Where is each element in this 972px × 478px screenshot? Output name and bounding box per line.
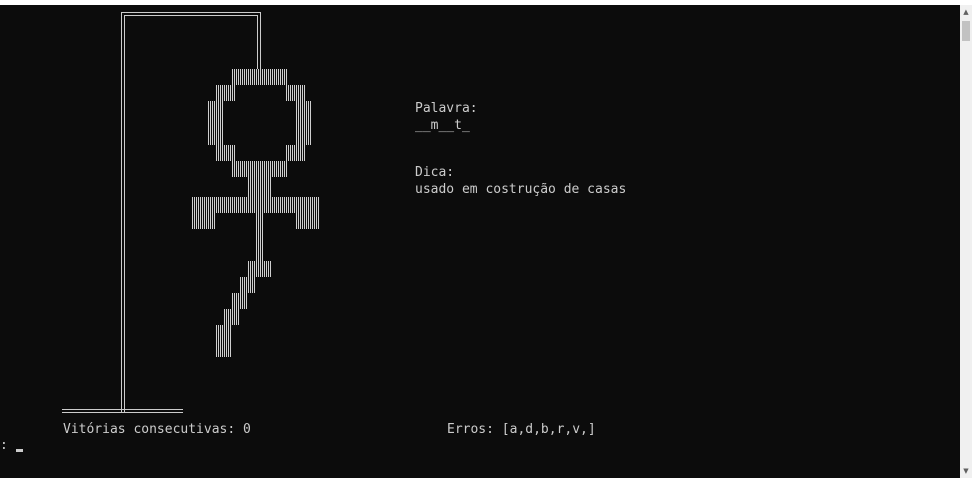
hint-label: Dica: bbox=[415, 165, 455, 180]
hangman-body bbox=[191, 177, 319, 261]
hangman-drawing bbox=[62, 12, 319, 413]
word-label: Palavra: bbox=[415, 101, 478, 116]
hint-text: usado em costrução de casas bbox=[415, 182, 627, 197]
word-pattern: __m__t_ bbox=[415, 118, 470, 133]
vertical-scrollbar[interactable]: ▲ ▼ bbox=[960, 5, 972, 478]
input-prompt: : bbox=[0, 438, 8, 453]
text-cursor[interactable] bbox=[16, 449, 23, 452]
hangman-head bbox=[207, 69, 311, 177]
hangman-leg bbox=[215, 261, 271, 357]
scroll-thumb[interactable] bbox=[962, 21, 970, 41]
scroll-down-icon[interactable]: ▼ bbox=[960, 466, 972, 476]
scroll-up-icon[interactable]: ▲ bbox=[960, 7, 972, 17]
console-window[interactable]: Palavra: __m__t_ Dica: usado em costruçã… bbox=[0, 5, 960, 478]
wins-counter: Vitórias consecutivas: 0 bbox=[63, 422, 251, 437]
errors-list: Erros: [a,d,b,r,v,] bbox=[447, 422, 596, 437]
